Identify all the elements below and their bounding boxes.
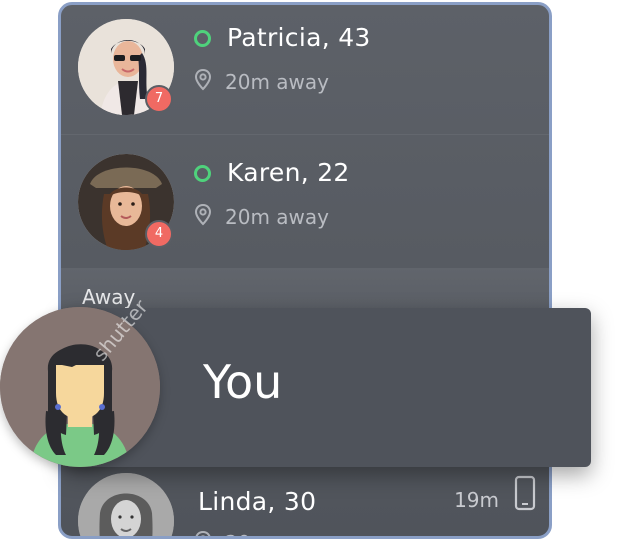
unread-badge: 7 (145, 85, 173, 113)
avatar[interactable] (78, 473, 174, 536)
unread-badge: 4 (145, 220, 173, 248)
contact-row-karen[interactable]: 4 Karen, 22 20m away (61, 134, 549, 270)
contact-name: Linda, 30 (198, 487, 317, 516)
online-status-icon (194, 165, 211, 182)
contact-name: Karen, 22 (227, 158, 350, 187)
location-pin-icon (195, 530, 211, 536)
you-label: You (203, 355, 283, 409)
contact-name: Patricia, 43 (227, 23, 371, 52)
contact-distance: 20m away (225, 205, 329, 229)
last-seen-time: 19m (454, 488, 499, 512)
location-pin-icon (194, 203, 212, 226)
contact-distance: 20m away (225, 531, 329, 536)
contact-row-linda[interactable]: Linda, 30 19m 20m away (61, 465, 549, 536)
online-status-icon (194, 30, 211, 47)
contact-row-patricia[interactable]: 7 Patricia, 43 20m away (61, 5, 549, 135)
contact-distance: 20m away (225, 70, 329, 94)
location-pin-icon (194, 68, 212, 91)
user-avatar[interactable] (0, 307, 160, 467)
phone-icon (514, 475, 536, 511)
